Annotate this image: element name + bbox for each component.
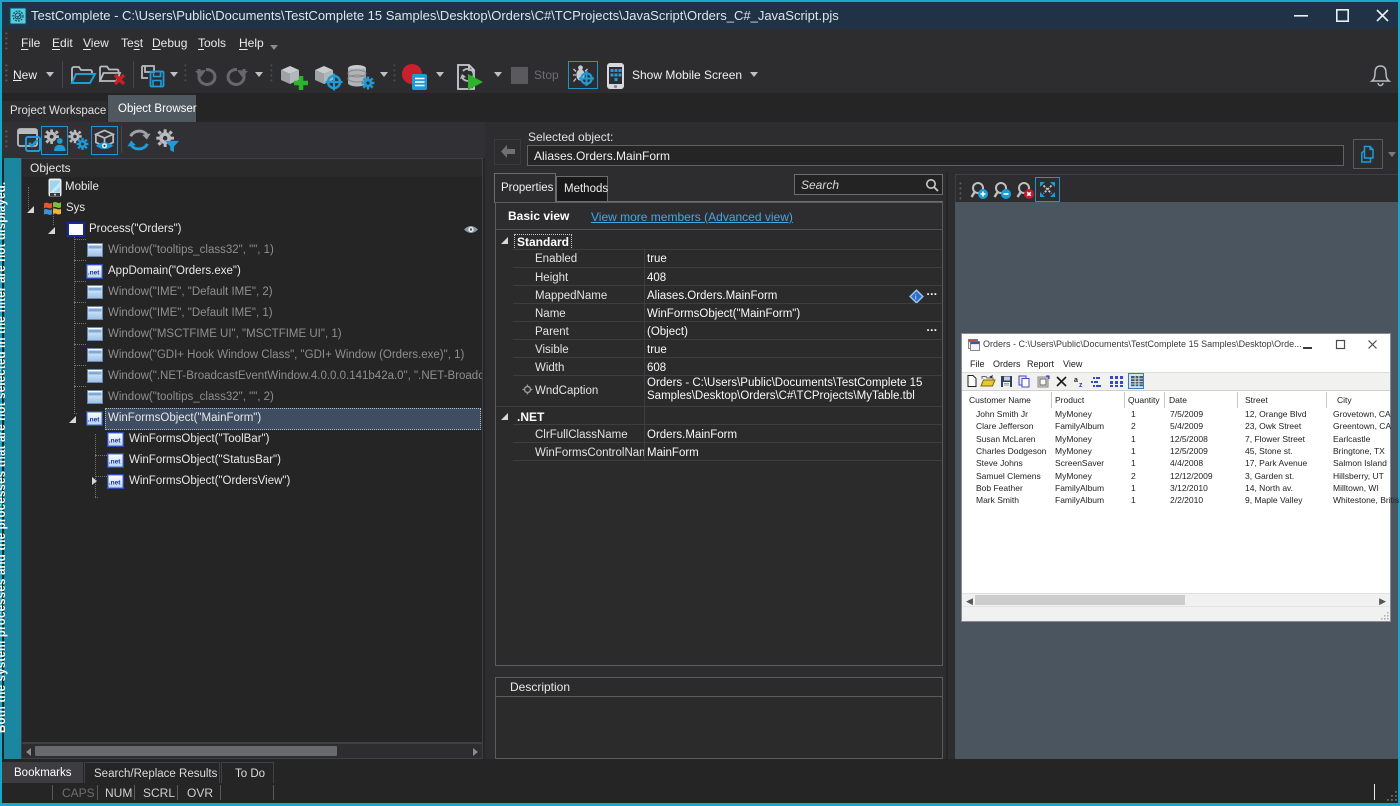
svg-text:a: a (1074, 377, 1078, 384)
svg-text:.net: .net (109, 438, 121, 445)
svg-text:.net: .net (109, 480, 121, 487)
svg-text:z: z (1079, 382, 1083, 389)
svg-text:.net: .net (109, 459, 121, 466)
svg-text:.net: .net (88, 417, 100, 424)
svg-text:.net: .net (88, 270, 100, 277)
